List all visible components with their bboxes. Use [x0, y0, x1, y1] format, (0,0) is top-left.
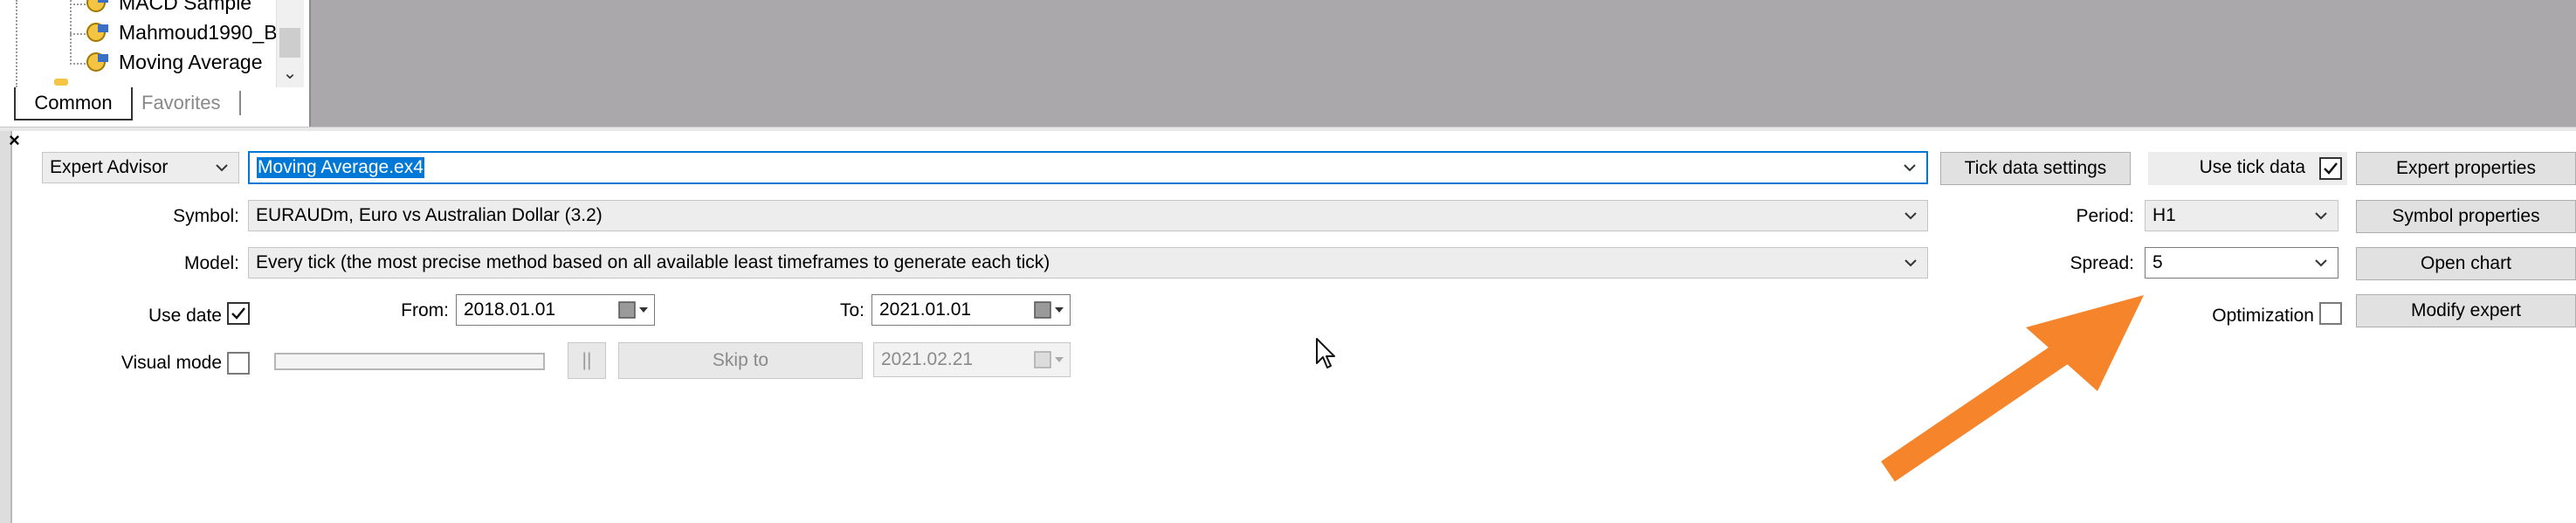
symbol-label: Symbol: — [173, 206, 239, 226]
to-label: To: — [839, 300, 864, 320]
program-type-select[interactable]: Expert Advisor — [42, 152, 239, 183]
chevron-down-icon — [1904, 164, 1916, 172]
use-date-label: Use date — [148, 306, 222, 326]
from-date-value: 2018.01.01 — [464, 299, 556, 320]
model-label: Model: — [183, 253, 239, 273]
program-file-value: Moving Average.ex4 — [257, 157, 424, 178]
folder-icon — [54, 79, 68, 86]
check-icon — [2324, 162, 2338, 175]
model-select[interactable]: Every tick (the most precise method base… — [248, 247, 1928, 279]
symbol-value: EURAUDm, Euro vs Australian Dollar (3.2) — [256, 205, 603, 225]
from-date-picker[interactable]: 2018.01.01 — [456, 294, 655, 326]
chart-workspace — [0, 0, 2576, 127]
tree-guide-line — [16, 0, 17, 87]
visual-mode-checkbox[interactable] — [227, 352, 250, 375]
to-date-value: 2021.01.01 — [879, 299, 972, 320]
skip-to-date-picker[interactable]: 2021.02.21 — [873, 342, 1071, 377]
navigator-item-label: MACD Sample — [119, 0, 252, 14]
to-date-picker[interactable]: 2021.01.01 — [871, 294, 1071, 326]
navigator-item[interactable]: MACD Sample — [84, 0, 251, 17]
tab-favorites[interactable]: Favorites — [141, 87, 220, 119]
tab-separator — [239, 91, 241, 115]
visual-speed-slider[interactable] — [274, 353, 545, 370]
optimization-label: Optimization — [2212, 306, 2314, 326]
scrollbar-thumb[interactable] — [279, 28, 300, 58]
optimization-checkbox[interactable] — [2319, 302, 2342, 325]
skip-to-button[interactable]: Skip to — [618, 342, 863, 379]
calendar-icon[interactable] — [617, 299, 651, 320]
use-date-checkbox[interactable] — [227, 302, 250, 325]
chevron-down-icon — [1904, 259, 1917, 267]
skip-to-date-value: 2021.02.21 — [881, 349, 974, 369]
chevron-down-icon — [2315, 259, 2327, 267]
panel-splitter[interactable] — [0, 127, 2576, 131]
navigator-item-selected[interactable]: Moving Average — [84, 47, 263, 77]
tick-data-settings-button[interactable]: Tick data settings — [1940, 152, 2131, 185]
tree-guide-line — [70, 0, 72, 65]
use-tick-data-label: Use tick data — [2199, 157, 2305, 177]
period-value: H1 — [2152, 205, 2176, 225]
calendar-icon[interactable] — [1033, 299, 1066, 320]
spread-value: 5 — [2152, 252, 2163, 272]
navigator-item-label: Mahmoud1990_B — [119, 20, 278, 44]
modify-expert-button[interactable]: Modify expert — [2356, 294, 2576, 327]
mouse-cursor-icon — [1316, 338, 1335, 368]
close-panel-icon[interactable]: × — [9, 131, 28, 150]
navigator-item[interactable]: Mahmoud1990_B — [84, 17, 278, 47]
period-select[interactable]: H1 — [2145, 200, 2338, 231]
symbol-properties-button[interactable]: Symbol properties — [2356, 200, 2576, 233]
tester-panel-edge — [0, 131, 12, 523]
chevron-down-icon — [216, 164, 228, 172]
expert-advisor-icon — [86, 52, 108, 72]
annotation-arrow-icon — [1881, 295, 2144, 482]
open-chart-button[interactable]: Open chart — [2356, 247, 2576, 280]
from-label: From: — [401, 300, 449, 320]
chevron-down-icon — [1904, 212, 1917, 220]
program-file-combo[interactable]: Moving Average.ex4 — [248, 151, 1928, 184]
scroll-down-icon[interactable]: ⌄ — [276, 59, 304, 86]
check-icon — [231, 307, 245, 320]
symbol-select[interactable]: EURAUDm, Euro vs Australian Dollar (3.2) — [248, 200, 1928, 231]
spread-combo[interactable]: 5 — [2145, 247, 2338, 279]
visual-mode-label: Visual mode — [121, 353, 222, 373]
use-tick-data-checkbox[interactable] — [2319, 157, 2342, 180]
expert-advisor-icon — [86, 23, 108, 42]
pause-button[interactable]: || — [568, 342, 606, 379]
navigator-panel: MACD Sample Mahmoud1990_B Moving Average… — [0, 0, 311, 127]
navigator-item-label: Moving Average — [119, 50, 263, 73]
program-type-value: Expert Advisor — [50, 157, 169, 177]
period-label: Period: — [2076, 206, 2134, 226]
expert-properties-button[interactable]: Expert properties — [2356, 152, 2576, 185]
tab-common[interactable]: Common — [14, 87, 133, 120]
expert-advisor-icon — [86, 0, 108, 12]
spread-label: Spread: — [2070, 253, 2134, 273]
model-value: Every tick (the most precise method base… — [256, 252, 1050, 272]
calendar-icon — [1033, 349, 1066, 370]
chevron-down-icon — [2315, 212, 2327, 220]
